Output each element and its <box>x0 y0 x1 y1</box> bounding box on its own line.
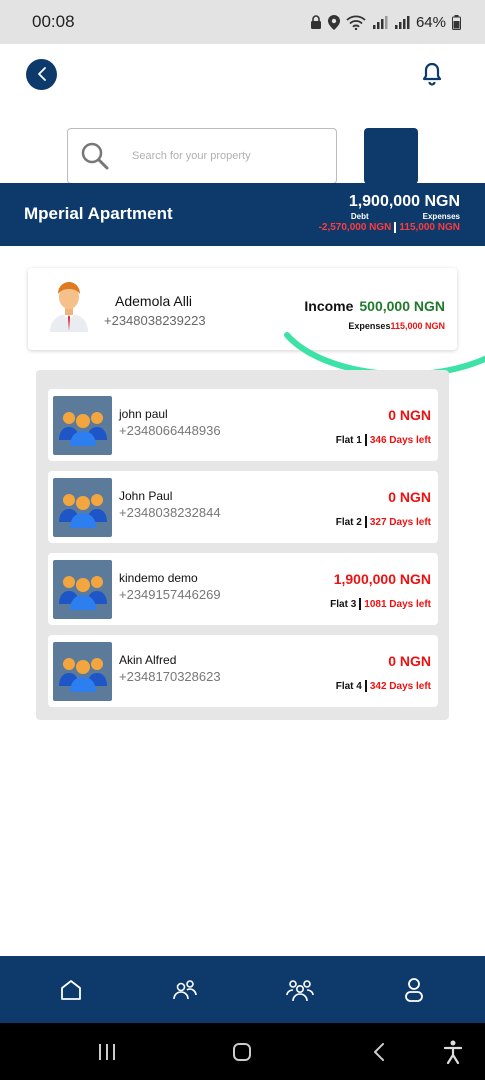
back-system-button[interactable] <box>364 1037 394 1067</box>
owner-expenses-value: 115,000 NGN <box>390 321 445 331</box>
tenant-amount: 0 NGN <box>388 407 431 423</box>
divider <box>364 516 367 528</box>
tenant-card[interactable]: John Paul +2348038232844 0 NGN Flat 2 32… <box>48 471 438 543</box>
income-value: 500,000 NGN <box>359 298 445 314</box>
accessibility-button[interactable] <box>438 1037 468 1067</box>
system-nav-bar <box>0 1023 485 1080</box>
home-icon <box>61 979 82 1000</box>
tenant-flat: Flat 1 <box>335 434 362 446</box>
divider <box>364 434 367 446</box>
expenses-label: Expenses <box>422 212 460 221</box>
owner-expenses-label: Expenses <box>348 321 391 331</box>
filter-button[interactable] <box>364 128 418 184</box>
property-balance: 1,900,000 NGN <box>348 193 460 210</box>
tenant-avatar <box>53 560 112 619</box>
status-time: 00:08 <box>32 12 75 31</box>
property-values: -2,570,000 NGN 115,000 NGN <box>319 222 460 233</box>
businessman-avatar-icon <box>50 282 88 332</box>
tenant-flat: Flat 3 <box>330 598 357 610</box>
tenant-meta: Flat 3 1081 Days left <box>330 598 431 610</box>
group-avatar-icon <box>58 411 107 446</box>
recent-apps-button[interactable] <box>92 1037 122 1067</box>
tenant-name: John Paul <box>119 489 173 503</box>
group-avatar-icon <box>58 493 107 528</box>
tenant-avatar <box>53 642 112 701</box>
nav-tenants[interactable] <box>165 970 205 1010</box>
tenant-meta: Flat 2 327 Days left <box>336 516 431 528</box>
tenant-name: kindemo demo <box>119 571 198 585</box>
group-avatar-icon <box>58 575 107 610</box>
signal-icon-2 <box>394 16 410 29</box>
location-icon <box>327 14 340 30</box>
battery-icon <box>452 14 461 30</box>
nav-home[interactable] <box>51 970 91 1010</box>
tenant-avatar <box>53 478 112 537</box>
property-banner: Mperial Apartment 1,900,000 NGN Debt Exp… <box>0 183 485 246</box>
owner-name: Ademola Alli <box>115 293 193 309</box>
tenant-days-left: 327 Days left <box>369 516 431 528</box>
profile-icon <box>404 977 423 1002</box>
tenant-days-left: 346 Days left <box>369 434 431 446</box>
back-chevron-icon <box>374 1043 384 1061</box>
battery-percent: 64% <box>415 13 446 31</box>
accessibility-icon <box>443 1040 463 1064</box>
search-icon <box>81 142 109 170</box>
tenant-meta: Flat 4 342 Days left <box>336 680 431 692</box>
tenant-name: john paul <box>119 407 168 421</box>
notifications-button[interactable] <box>419 61 445 87</box>
tenant-phone: +2348066448936 <box>119 423 221 438</box>
users-icon <box>173 979 198 999</box>
owner-card[interactable]: Ademola Alli +2348038239223 Income 500,00… <box>28 268 457 350</box>
tenant-list: john paul +2348066448936 0 NGN Flat 1 34… <box>36 370 449 720</box>
tenant-flat: Flat 2 <box>335 516 362 528</box>
search-box[interactable] <box>67 128 337 184</box>
divider <box>364 680 367 692</box>
tenant-flat: Flat 4 <box>335 680 362 692</box>
tenant-card[interactable]: kindemo demo +2349157446269 1,900,000 NG… <box>48 553 438 625</box>
home-circle-icon <box>233 1043 251 1061</box>
owner-income: Income 500,000 NGN <box>304 298 445 314</box>
property-name: Mperial Apartment <box>24 204 173 223</box>
owner-expenses: Expenses115,000 NGN <box>348 321 445 331</box>
search-row <box>67 128 419 184</box>
tenant-phone: +2348170328623 <box>119 669 221 684</box>
status-icons: 64% <box>310 14 461 31</box>
nav-group[interactable] <box>280 970 320 1010</box>
divider <box>394 222 397 233</box>
bell-icon <box>422 62 442 86</box>
wifi-icon <box>346 15 366 30</box>
status-bar: 00:08 64% <box>0 0 485 44</box>
bottom-nav <box>0 956 485 1023</box>
debt-label: Debt <box>350 212 369 221</box>
tenant-amount: 0 NGN <box>388 489 431 505</box>
owner-phone: +2348038239223 <box>104 313 206 328</box>
tenant-avatar <box>53 396 112 455</box>
group-icon <box>285 979 314 1001</box>
tenant-card[interactable]: Akin Alfred +2348170328623 0 NGN Flat 4 … <box>48 635 438 707</box>
tenant-card[interactable]: john paul +2348066448936 0 NGN Flat 1 34… <box>48 389 438 461</box>
tenant-amount: 1,900,000 NGN <box>333 571 431 587</box>
back-button[interactable] <box>26 58 57 90</box>
tenant-phone: +2349157446269 <box>119 587 221 602</box>
chevron-left-icon <box>37 67 46 81</box>
signal-icon-1 <box>372 16 388 29</box>
divider <box>359 598 362 610</box>
recent-apps-icon <box>99 1044 115 1060</box>
lock-icon <box>310 15 321 29</box>
tenant-phone: +2348038232844 <box>119 505 221 520</box>
debt-value: -2,570,000 NGN <box>318 222 392 233</box>
tenant-days-left: 1081 Days left <box>364 598 431 610</box>
home-system-button[interactable] <box>227 1037 257 1067</box>
tenant-amount: 0 NGN <box>388 653 431 669</box>
search-input[interactable] <box>132 150 312 162</box>
tenant-name: Akin Alfred <box>119 653 177 667</box>
tenant-meta: Flat 1 346 Days left <box>336 434 431 446</box>
nav-profile[interactable] <box>394 970 434 1010</box>
top-bar <box>26 58 445 90</box>
expenses-value: 115,000 NGN <box>399 222 460 233</box>
group-avatar-icon <box>58 657 107 692</box>
income-label: Income <box>304 298 354 314</box>
tenant-days-left: 342 Days left <box>369 680 431 692</box>
property-labels: Debt Expenses <box>351 212 460 221</box>
